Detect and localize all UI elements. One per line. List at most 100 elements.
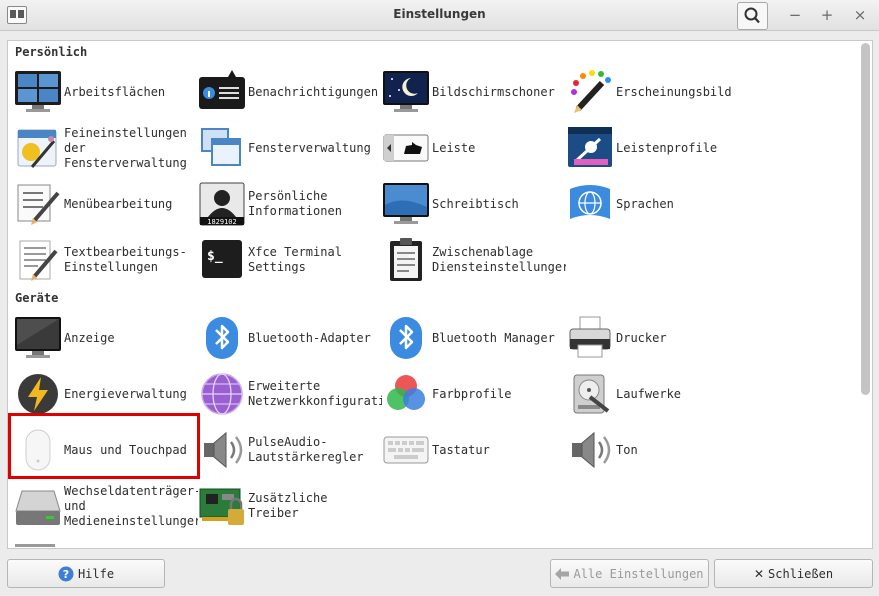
- speaker-icon: [198, 427, 246, 471]
- highlight-box: [8, 413, 200, 479]
- close-label: Schließen: [768, 566, 834, 581]
- help-button[interactable]: ? Hilfe: [7, 559, 165, 588]
- panel-icon: [382, 125, 430, 169]
- user-info-icon: 1829102: [198, 181, 246, 226]
- settings-item-label: Leiste: [432, 140, 476, 155]
- settings-item-label: Erweiterte Netzwerkkonfigurati: [248, 379, 382, 408]
- help-icon: ?: [58, 566, 74, 581]
- printer-icon: [566, 315, 614, 359]
- settings-item[interactable]: Schreibtisch: [382, 178, 566, 230]
- all-settings-label: Alle Einstellungen: [573, 566, 704, 581]
- settings-item-label: Textbearbeitungs- Einstellungen: [64, 245, 187, 274]
- settings-item[interactable]: Ton: [566, 424, 750, 476]
- settings-item[interactable]: Leistenprofile: [566, 122, 750, 174]
- settings-item[interactable]: Bildschirmschoner: [382, 66, 566, 118]
- search-button[interactable]: [737, 2, 768, 30]
- settings-item-label: Anzeige: [64, 330, 115, 345]
- bluetooth-icon: [382, 315, 430, 359]
- settings-item-label: Bluetooth Manager: [432, 330, 555, 345]
- settings-item-label: Benachrichtigungen: [248, 84, 379, 99]
- settings-item[interactable]: Farbprofile: [382, 368, 566, 420]
- close-window-button[interactable]: ×: [850, 5, 870, 25]
- screensaver-icon: [382, 69, 430, 113]
- settings-item[interactable]: Zwischenablage Diensteinstellunger: [382, 234, 566, 286]
- arrow-left-icon: [555, 567, 570, 580]
- settings-item[interactable]: Wechseldatenträger- und Medieneinstellun…: [14, 480, 198, 532]
- settings-item-label: Leistenprofile: [616, 140, 718, 155]
- help-label: Hilfe: [77, 566, 115, 581]
- section-heading-partial: [15, 541, 55, 547]
- text-editor-icon: [14, 237, 62, 281]
- desktop-icon: [382, 181, 430, 225]
- settings-item[interactable]: Textbearbeitungs- Einstellungen: [14, 234, 198, 286]
- settings-item-label: Menübearbeitung: [64, 196, 173, 211]
- settings-item-label: Tastatur: [432, 442, 490, 457]
- settings-item[interactable]: 1829102 Persönliche Informationen: [198, 178, 382, 230]
- bluetooth-icon: [198, 315, 246, 359]
- settings-item[interactable]: Laufwerke: [566, 368, 750, 420]
- settings-item[interactable]: Drucker: [566, 312, 750, 364]
- notifications-icon: [198, 69, 246, 113]
- maximize-button[interactable]: +: [817, 5, 837, 25]
- settings-item[interactable]: Bluetooth Manager: [382, 312, 566, 364]
- network-icon: [198, 371, 246, 415]
- settings-item[interactable]: Fensterverwaltung: [198, 122, 382, 174]
- settings-item-label: Wechseldatenträger- und Medieneinstellun…: [64, 483, 198, 528]
- settings-item-label: Xfce Terminal Settings: [248, 245, 342, 274]
- settings-item[interactable]: Zusätzliche Treiber: [198, 480, 382, 532]
- power-icon: [14, 371, 62, 415]
- settings-item[interactable]: Bluetooth-Adapter: [198, 312, 382, 364]
- settings-item[interactable]: $_ Xfce Terminal Settings: [198, 234, 382, 286]
- keyboard-icon: [382, 427, 430, 471]
- settings-item-label: Zusätzliche Treiber: [248, 491, 328, 520]
- settings-item-label: Schreibtisch: [432, 196, 519, 211]
- settings-item[interactable]: Leiste: [382, 122, 566, 174]
- appearance-icon: [566, 69, 614, 113]
- color-profiles-icon: [382, 371, 430, 415]
- section-heading: Persönlich: [15, 45, 88, 59]
- settings-item-label: Laufwerke: [616, 386, 682, 401]
- close-button[interactable]: ✕ Schließen: [714, 559, 873, 588]
- wm-tweaks-icon: [14, 125, 62, 169]
- settings-item[interactable]: Erscheinungsbild: [566, 66, 750, 118]
- drivers-icon: [198, 483, 246, 527]
- settings-item[interactable]: PulseAudio- Lautstärkeregler: [198, 424, 382, 476]
- clipboard-icon: [382, 237, 430, 281]
- settings-item[interactable]: Feineinstellungen der Fensterverwaltung: [14, 122, 198, 174]
- settings-item[interactable]: Erweiterte Netzwerkkonfigurati: [198, 368, 382, 420]
- speaker-icon: [566, 427, 614, 471]
- close-icon: ✕: [753, 566, 765, 581]
- settings-item-label: PulseAudio- Lautstärkeregler: [248, 435, 364, 464]
- terminal-icon: $_: [198, 237, 246, 281]
- settings-item-label: Drucker: [616, 330, 667, 345]
- settings-item[interactable]: Arbeitsflächen: [14, 66, 198, 118]
- drives-icon: [566, 371, 614, 415]
- svg-text:$_: $_: [207, 249, 223, 264]
- settings-item-label: Sprachen: [616, 196, 674, 211]
- section-heading: Geräte: [15, 291, 59, 305]
- menu-editor-icon: [14, 181, 62, 225]
- settings-item-label: Feineinstellungen der Fensterverwaltung: [64, 125, 187, 170]
- title-bar: Einstellungen − + ×: [0, 0, 879, 31]
- display-icon: [14, 315, 62, 359]
- settings-item[interactable]: Tastatur: [382, 424, 566, 476]
- settings-item-label: Persönliche Informationen: [248, 189, 342, 218]
- settings-item-label: Zwischenablage Diensteinstellunger: [432, 245, 566, 274]
- settings-item[interactable]: Sprachen: [566, 178, 750, 230]
- settings-item-label: Bluetooth-Adapter: [248, 330, 371, 345]
- search-icon: [744, 7, 760, 24]
- minimize-button[interactable]: −: [785, 5, 805, 25]
- removable-drive-icon: [14, 483, 62, 527]
- settings-item-label: Fensterverwaltung: [248, 140, 371, 155]
- settings-item-label: Ton: [616, 442, 638, 457]
- all-settings-button[interactable]: Alle Einstellungen: [550, 559, 709, 588]
- settings-item-label: Bildschirmschoner: [432, 84, 555, 99]
- window-manager-icon: [198, 125, 246, 169]
- settings-item[interactable]: Menübearbeitung: [14, 178, 198, 230]
- settings-item[interactable]: Benachrichtigungen: [198, 66, 382, 118]
- settings-item-label: Arbeitsflächen: [64, 84, 166, 99]
- panel-profiles-icon: [566, 125, 614, 169]
- scrollbar[interactable]: [861, 43, 870, 395]
- svg-text:1829102: 1829102: [207, 218, 237, 226]
- settings-item[interactable]: Anzeige: [14, 312, 198, 364]
